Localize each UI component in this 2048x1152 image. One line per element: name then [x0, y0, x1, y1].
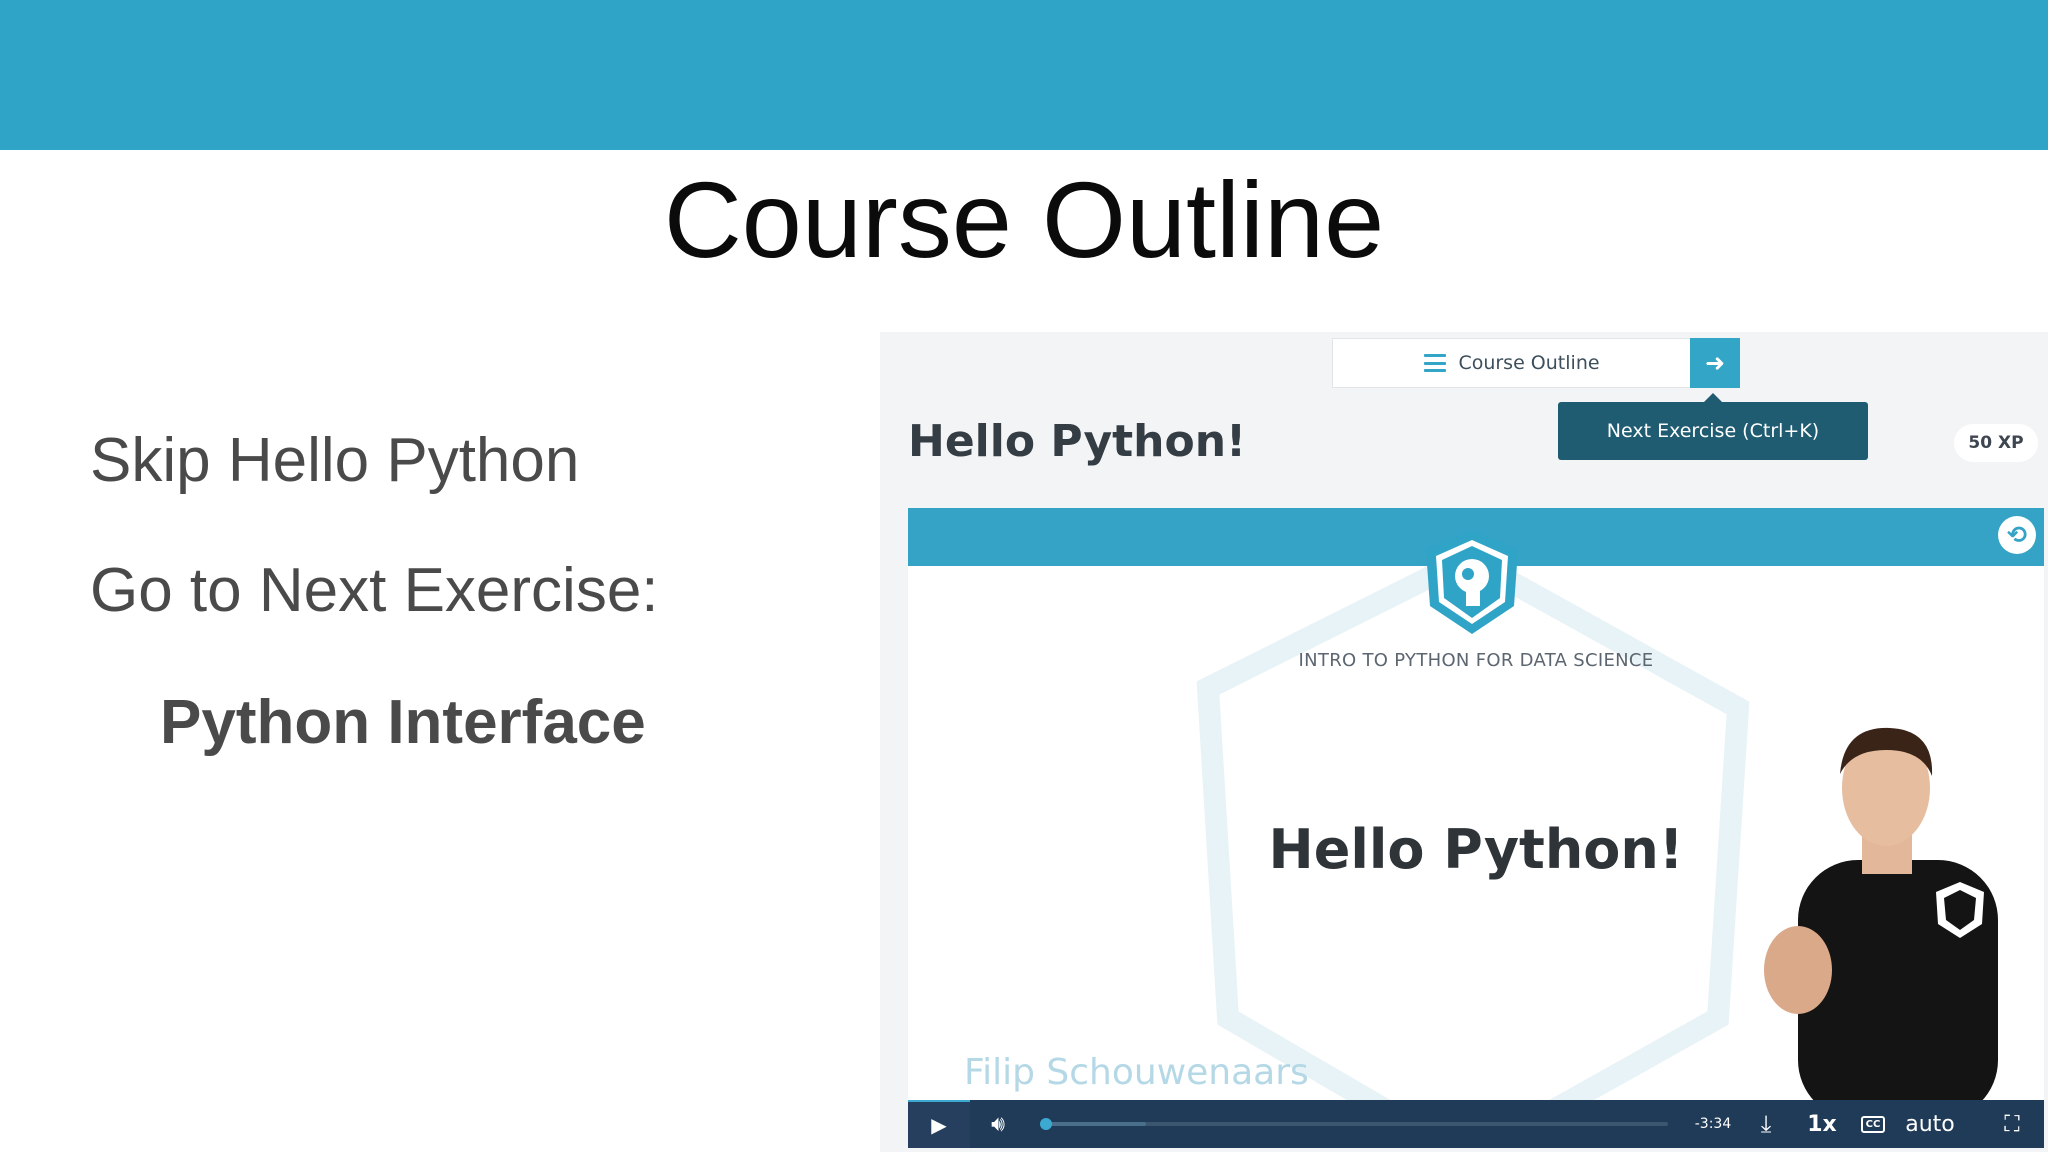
captions-icon: CC — [1860, 1115, 1886, 1133]
seek-bar-handle[interactable] — [1040, 1118, 1052, 1130]
bullet-python-interface: Python Interface — [160, 688, 646, 757]
seek-bar-buffered — [1046, 1122, 1146, 1126]
python-icon: ⟲ — [1998, 516, 2036, 554]
play-button[interactable]: ▶ — [908, 1100, 970, 1148]
embedded-screenshot: Course Outline ➜ Next Exercise (Ctrl+K) … — [880, 332, 2048, 1152]
captions-button[interactable]: CC — [1856, 1100, 1890, 1148]
video-controls: ▶ 🔊︎ -3:34 ⤓ 1x CC auto ⛶ — [908, 1100, 2044, 1148]
bullet-skip-hello-python: Skip Hello Python — [90, 426, 580, 495]
exercise-title: Hello Python! — [908, 416, 1247, 467]
time-remaining: -3:34 — [1694, 1116, 1732, 1132]
download-icon: ⤓ — [1760, 1110, 1772, 1138]
course-name: INTRO TO PYTHON FOR DATA SCIENCE — [1298, 650, 1654, 671]
next-exercise-button[interactable]: ➜ — [1690, 338, 1740, 388]
course-outline-button[interactable]: Course Outline — [1332, 338, 1692, 388]
arrow-right-icon: ➜ — [1704, 349, 1726, 377]
course-outline-label: Course Outline — [1458, 352, 1600, 374]
fullscreen-button[interactable]: ⛶ — [1992, 1100, 2032, 1148]
download-button[interactable]: ⤓ — [1746, 1100, 1786, 1148]
bullet-go-to-next-exercise: Go to Next Exercise: — [90, 556, 659, 625]
presenter-name: Filip Schouwenaars — [964, 1052, 1309, 1093]
presenter-figure — [1764, 727, 1998, 1120]
volume-button[interactable]: 🔊︎ — [978, 1100, 1018, 1148]
playback-speed-button[interactable]: 1x — [1802, 1100, 1842, 1148]
datacamp-shield-icon — [1426, 530, 1518, 634]
volume-icon: 🔊︎ — [991, 1111, 1005, 1137]
quality-button[interactable]: auto — [1900, 1100, 1960, 1148]
slide-title: Course Outline — [663, 159, 1385, 280]
seek-bar[interactable] — [1040, 1118, 1668, 1130]
play-icon: ▶ — [931, 1113, 947, 1137]
fullscreen-icon: ⛶ — [2004, 1111, 2020, 1137]
top-banner — [0, 0, 2048, 150]
hamburger-icon — [1424, 354, 1447, 372]
video-player[interactable]: ⟲ INTRO TO PYTHON FOR DATA SCIENCE Hello… — [908, 508, 2044, 1148]
next-exercise-tooltip: Next Exercise (Ctrl+K) — [1558, 393, 1868, 460]
xp-badge: 50 XP — [1954, 424, 2038, 462]
